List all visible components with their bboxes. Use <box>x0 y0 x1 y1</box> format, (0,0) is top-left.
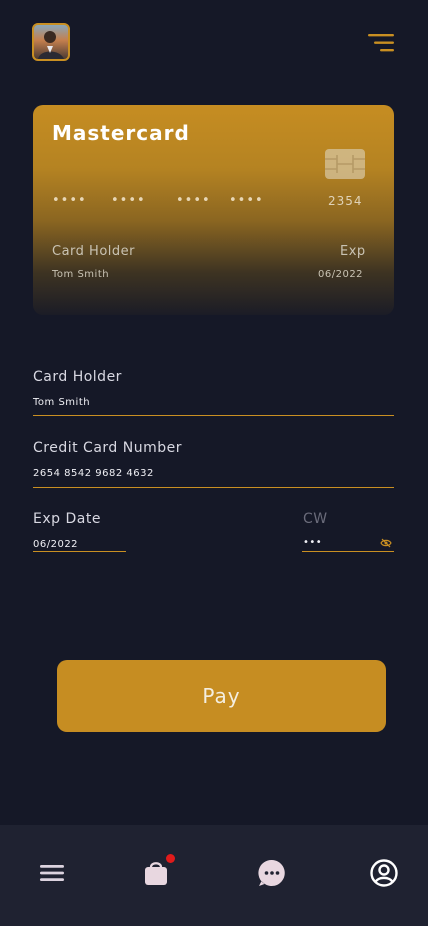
card-number-underline <box>33 487 394 488</box>
sort-lines-icon[interactable] <box>366 33 396 53</box>
credit-card-preview: Mastercard •••• •••• •••• •••• 2354 Card… <box>33 105 394 315</box>
cvv-underline <box>302 551 394 552</box>
card-brand: Mastercard <box>52 121 190 145</box>
pay-button[interactable]: Pay <box>57 660 386 732</box>
person-icon <box>38 31 64 59</box>
card-number-field-label: Credit Card Number <box>33 440 182 456</box>
card-number-group-2: •••• <box>111 193 146 208</box>
card-exp-label: Exp <box>340 244 366 259</box>
bottom-nav <box>0 825 428 926</box>
exp-date-field-label: Exp Date <box>33 511 101 527</box>
card-holder-label: Card Holder <box>52 244 135 259</box>
cvv-input[interactable]: ••• <box>303 537 322 548</box>
user-avatar[interactable] <box>32 23 70 61</box>
card-holder-underline <box>33 415 394 416</box>
cart-notification-badge <box>166 854 175 863</box>
menu-icon[interactable] <box>32 853 72 893</box>
card-holder-input[interactable]: Tom Smith <box>33 397 90 408</box>
cvv-field-label: CW <box>303 511 328 527</box>
card-last-digits: 2354 <box>328 194 363 208</box>
card-holder-value: Tom Smith <box>52 269 110 280</box>
card-exp-value: 06/2022 <box>318 269 364 280</box>
card-number-group-1: •••• <box>52 193 87 208</box>
profile-icon[interactable] <box>364 853 404 893</box>
card-number-group-3: •••• <box>176 193 211 208</box>
payment-page: Mastercard •••• •••• •••• •••• 2354 Card… <box>0 0 428 926</box>
chat-icon[interactable] <box>252 853 292 893</box>
exp-date-underline <box>33 551 126 552</box>
card-number-input[interactable]: 2654 8542 9682 4632 <box>33 468 154 479</box>
eye-off-icon[interactable] <box>380 538 392 548</box>
card-chip-icon <box>325 149 365 179</box>
card-number-group-4: •••• <box>229 193 264 208</box>
card-holder-field-label: Card Holder <box>33 369 122 385</box>
exp-date-input[interactable]: 06/2022 <box>33 539 78 550</box>
